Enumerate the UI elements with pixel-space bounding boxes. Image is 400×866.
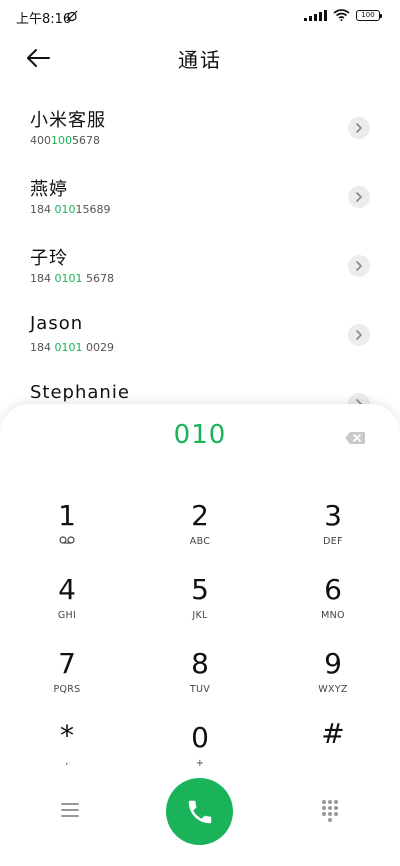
key-1[interactable]: 1: [17, 500, 117, 562]
number-suffix: 15689: [75, 203, 111, 216]
number-suffix: 5678: [82, 272, 114, 285]
key-digit: 9: [324, 647, 342, 680]
key-5[interactable]: 5 JKL: [150, 574, 250, 636]
bottom-bar: [0, 770, 400, 850]
key-letters: TUV: [189, 684, 211, 695]
key-6[interactable]: 6 MNO: [283, 574, 383, 636]
key-letters: ABC: [189, 536, 211, 547]
key-9[interactable]: 9 WXYZ: [283, 648, 383, 710]
contact-name: 小米客服: [30, 110, 106, 131]
contact-name: 子玲: [30, 248, 68, 269]
key-7[interactable]: 7 PQRS: [17, 648, 117, 710]
chevron-right-icon: [356, 192, 362, 202]
number-match: 0101: [54, 341, 83, 354]
key-digit: 8: [191, 647, 209, 680]
key-digit: 7: [58, 647, 76, 680]
key-8[interactable]: 8 TUV: [150, 648, 250, 710]
call-button[interactable]: [166, 778, 233, 845]
key-letters: DEF: [323, 536, 343, 547]
number-prefix: 184: [30, 341, 55, 354]
dialpad-toggle-button[interactable]: [318, 798, 342, 822]
key-2[interactable]: 2 ABC: [150, 500, 250, 562]
contact-name: Stephanie: [30, 382, 130, 403]
contact-row[interactable]: 小米客服 4001005678: [0, 96, 400, 165]
number-suffix: 5678: [72, 134, 100, 147]
key-digit: *: [60, 719, 74, 752]
key-digit: 1: [58, 499, 76, 532]
key-letters: MNO: [321, 610, 345, 621]
key-digit: 5: [191, 573, 209, 606]
key-letters: ,: [65, 756, 69, 767]
header: 通话: [0, 36, 400, 80]
backspace-icon: [345, 432, 365, 444]
page-title: 通话: [178, 48, 222, 72]
status-time: 上午8:16: [16, 12, 72, 27]
key-digit: 2: [191, 499, 209, 532]
alarm-off-icon: [66, 10, 78, 22]
number-suffix: 0029: [82, 341, 114, 354]
battery-icon: 100: [356, 9, 382, 21]
number-prefix: 184: [30, 203, 55, 216]
wifi-icon: [333, 9, 350, 21]
contact-number: 184 01015689: [30, 203, 111, 216]
contact-detail-button[interactable]: [348, 117, 370, 139]
dialpad-icon: [322, 800, 338, 822]
number-match: 100: [51, 134, 72, 147]
chevron-right-icon: [356, 330, 362, 340]
contact-row[interactable]: 子玲 184 0101 5678: [0, 234, 400, 303]
contact-row[interactable]: Jason 184 0101 0029: [0, 303, 400, 372]
contact-number: 4001005678: [30, 134, 100, 147]
key-3[interactable]: 3 DEF: [283, 500, 383, 562]
key-letters: PQRS: [53, 684, 81, 695]
contact-row[interactable]: 燕婷 184 01015689: [0, 165, 400, 234]
key-letters: GHI: [57, 610, 77, 621]
number-prefix: 400: [30, 134, 51, 147]
contact-name: 燕婷: [30, 179, 68, 200]
key-digit: 0: [191, 721, 209, 754]
menu-icon: [61, 803, 79, 817]
number-prefix: 184: [30, 272, 55, 285]
chevron-right-icon: [356, 123, 362, 133]
chevron-right-icon: [356, 261, 362, 271]
status-icons: 100: [304, 9, 382, 21]
key-digit: 6: [324, 573, 342, 606]
contact-detail-button[interactable]: [348, 324, 370, 346]
key-letters: +: [195, 758, 205, 769]
signal-icon: [304, 9, 327, 21]
contact-number: 184 0101 5678: [30, 272, 114, 285]
voicemail-icon: [59, 536, 75, 544]
contact-detail-button[interactable]: [348, 255, 370, 277]
key-digit: 3: [324, 499, 342, 532]
dialed-number: 010: [173, 420, 227, 450]
number-match: 010: [54, 203, 76, 216]
phone-icon: [188, 800, 211, 823]
key-digit: 4: [58, 573, 76, 606]
status-bar: 上午8:16 100: [0, 0, 400, 36]
number-match: 0101: [54, 272, 83, 285]
contact-list: 小米客服 4001005678 燕婷 184 01015689 子玲 184 0…: [0, 96, 400, 441]
key-4[interactable]: 4 GHI: [17, 574, 117, 636]
backspace-button[interactable]: [344, 430, 366, 444]
key-letters: JKL: [192, 610, 208, 621]
contact-name: Jason: [30, 313, 84, 334]
contact-number: 184 0101 0029: [30, 341, 114, 354]
contact-detail-button[interactable]: [348, 186, 370, 208]
key-digit: #: [321, 717, 345, 750]
menu-button[interactable]: [58, 800, 82, 820]
key-letters: WXYZ: [318, 684, 348, 695]
